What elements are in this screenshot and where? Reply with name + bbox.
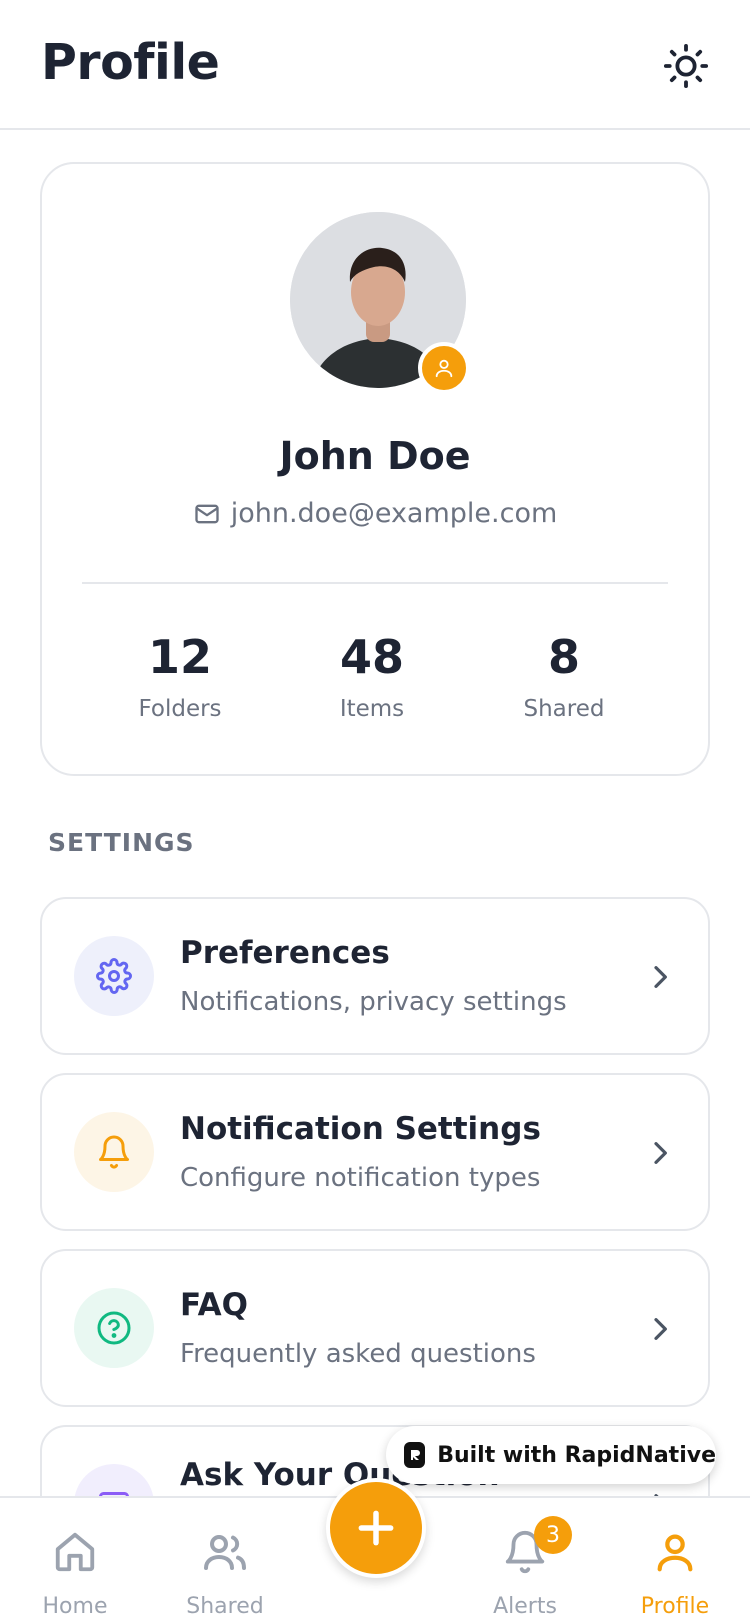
setting-title: FAQ	[180, 1287, 248, 1323]
tab-profile[interactable]: Profile	[600, 1528, 750, 1619]
setting-subtitle: Notifications, privacy settings	[180, 987, 567, 1017]
setting-subtitle: Configure notification types	[180, 1163, 541, 1193]
setting-icon-circle	[74, 1288, 154, 1368]
stat-value: 12	[147, 630, 212, 684]
setting-title: Notification Settings	[180, 1111, 541, 1147]
chevron-right-icon	[654, 1318, 667, 1340]
setting-preferences[interactable]: Preferences Notifications, privacy setti…	[40, 897, 710, 1055]
avatar-badge[interactable]	[418, 342, 470, 394]
stat-label: Items	[339, 696, 405, 722]
tab-shared[interactable]: Shared	[150, 1528, 300, 1619]
profile-name: John Doe	[279, 434, 471, 478]
built-with-badge[interactable]: Built with RapidNative	[386, 1426, 716, 1484]
question-circle-icon	[97, 1311, 131, 1345]
stat-label: Shared	[523, 696, 605, 722]
tab-label: Profile	[640, 1594, 710, 1619]
stat-shared[interactable]: 8 Shared	[474, 630, 654, 722]
chevron-right-icon	[654, 966, 667, 988]
settings-section-title: SETTINGS	[48, 828, 195, 857]
bell-icon	[99, 1135, 129, 1169]
gear-icon	[96, 958, 132, 994]
users-icon	[204, 1535, 246, 1570]
setting-subtitle: Frequently asked questions	[180, 1339, 536, 1369]
profile-email-row: john.doe@example.com	[42, 498, 708, 529]
page-title: Profile	[41, 34, 220, 91]
built-with-label: Built with RapidNative	[437, 1442, 716, 1468]
rapidnative-logo-icon	[404, 1442, 426, 1468]
stat-value: 48	[339, 630, 404, 684]
user-icon	[435, 359, 453, 378]
add-button[interactable]	[326, 1478, 426, 1578]
tab-label: Shared	[186, 1594, 264, 1619]
sun-icon	[663, 43, 709, 89]
tab-alerts[interactable]: 3 Alerts	[450, 1516, 600, 1619]
plus-icon	[358, 1510, 394, 1546]
tab-label: Home	[42, 1594, 108, 1619]
alerts-count-badge: 3	[534, 1516, 572, 1554]
setting-icon-circle	[74, 1112, 154, 1192]
tab-label: Alerts	[493, 1594, 557, 1619]
divider	[82, 582, 668, 584]
stat-folders[interactable]: 12 Folders	[90, 630, 270, 722]
home-icon	[55, 1532, 95, 1572]
chevron-right-icon	[654, 1142, 667, 1164]
stat-items[interactable]: 48 Items	[282, 630, 462, 722]
setting-notification-settings[interactable]: Notification Settings Configure notifica…	[40, 1073, 710, 1231]
profile-card: John Doe john.doe@example.com 12 Folders…	[40, 162, 710, 776]
header: Profile	[0, 0, 750, 130]
profile-email: john.doe@example.com	[230, 498, 558, 529]
stat-value: 8	[547, 630, 580, 684]
setting-title: Preferences	[180, 935, 390, 971]
mail-icon	[195, 504, 219, 523]
setting-faq[interactable]: FAQ Frequently asked questions	[40, 1249, 710, 1407]
theme-toggle-button[interactable]	[660, 40, 712, 92]
tab-home[interactable]: Home	[0, 1528, 150, 1619]
stat-label: Folders	[138, 696, 222, 722]
user-icon	[657, 1534, 693, 1572]
setting-icon-circle	[74, 936, 154, 1016]
